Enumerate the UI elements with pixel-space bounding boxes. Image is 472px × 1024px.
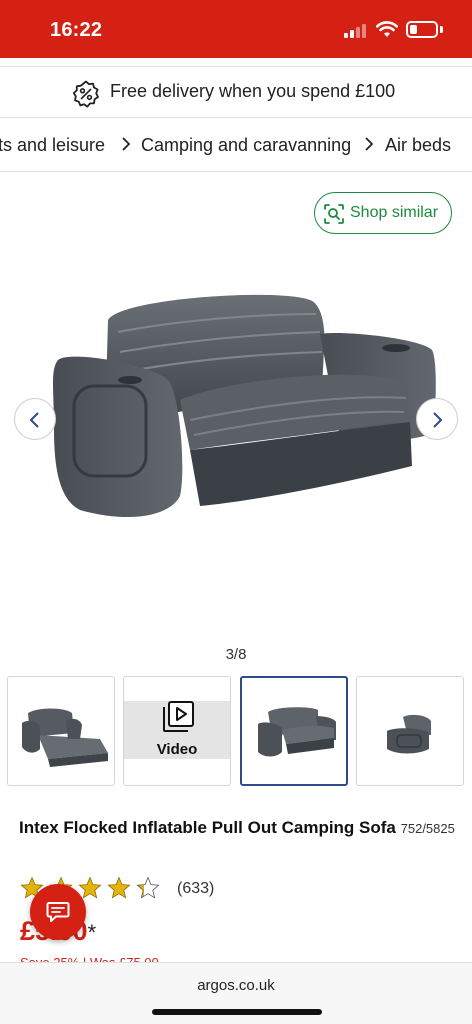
gallery-position: 3/8 <box>225 646 247 663</box>
star-half-icon <box>136 876 160 899</box>
thumbnail-3-selected[interactable] <box>240 676 348 786</box>
chat-button[interactable] <box>30 884 86 940</box>
delivery-banner[interactable]: Free delivery when you spend £100 <box>0 66 472 118</box>
chevron-right-icon <box>365 137 374 151</box>
breadcrumb: ts and leisure Camping and caravanning A… <box>0 118 472 172</box>
percent-badge-icon <box>72 80 99 108</box>
shop-similar-button[interactable]: Shop similar <box>314 192 452 234</box>
thumbnail-image <box>22 708 108 767</box>
shop-similar-label: Shop similar <box>350 204 439 221</box>
carousel-prev-button[interactable] <box>14 398 56 440</box>
delivery-text: Free delivery when you spend £100 <box>110 81 396 101</box>
thumbnail-video-label: Video <box>156 741 198 758</box>
signal-icon <box>344 24 370 38</box>
breadcrumb-item-sports-and-leisure[interactable]: ts and leisure <box>0 135 105 156</box>
product-image[interactable] <box>40 270 440 550</box>
review-count[interactable]: (633) <box>177 880 214 898</box>
breadcrumb-item-camping[interactable]: Camping and caravanning <box>141 135 351 156</box>
thumbnail-1[interactable] <box>7 676 115 786</box>
product-title-text: Intex Flocked Inflatable Pull Out Campin… <box>19 818 396 837</box>
chat-icon <box>46 902 70 922</box>
product-code: 752/5825 <box>400 821 455 836</box>
thumbnail-image <box>258 707 336 757</box>
chevron-right-icon <box>433 412 443 428</box>
battery-icon <box>406 21 438 38</box>
home-indicator[interactable] <box>152 1009 322 1015</box>
status-time: 16:22 <box>50 19 103 41</box>
status-bar: 16:22 <box>0 0 472 58</box>
url-text: argos.co.uk <box>197 977 275 994</box>
visual-search-icon <box>324 204 344 224</box>
thumbnail-4[interactable] <box>356 676 464 786</box>
thumbnail-video[interactable]: Video <box>123 676 231 786</box>
wifi-icon <box>376 21 398 37</box>
thumbnail-image <box>387 714 431 754</box>
price-suffix: * <box>87 920 97 945</box>
thumbnail-strip: Video <box>7 676 472 786</box>
product-title: Intex Flocked Inflatable Pull Out Campin… <box>19 813 459 843</box>
browser-url-bar[interactable]: argos.co.uk <box>0 962 472 1024</box>
chevron-left-icon <box>29 412 39 428</box>
carousel-next-button[interactable] <box>416 398 458 440</box>
play-icon <box>163 701 194 732</box>
chevron-right-icon <box>122 137 131 151</box>
star-full-icon <box>107 876 131 899</box>
breadcrumb-item-air-beds[interactable]: Air beds <box>385 135 451 156</box>
